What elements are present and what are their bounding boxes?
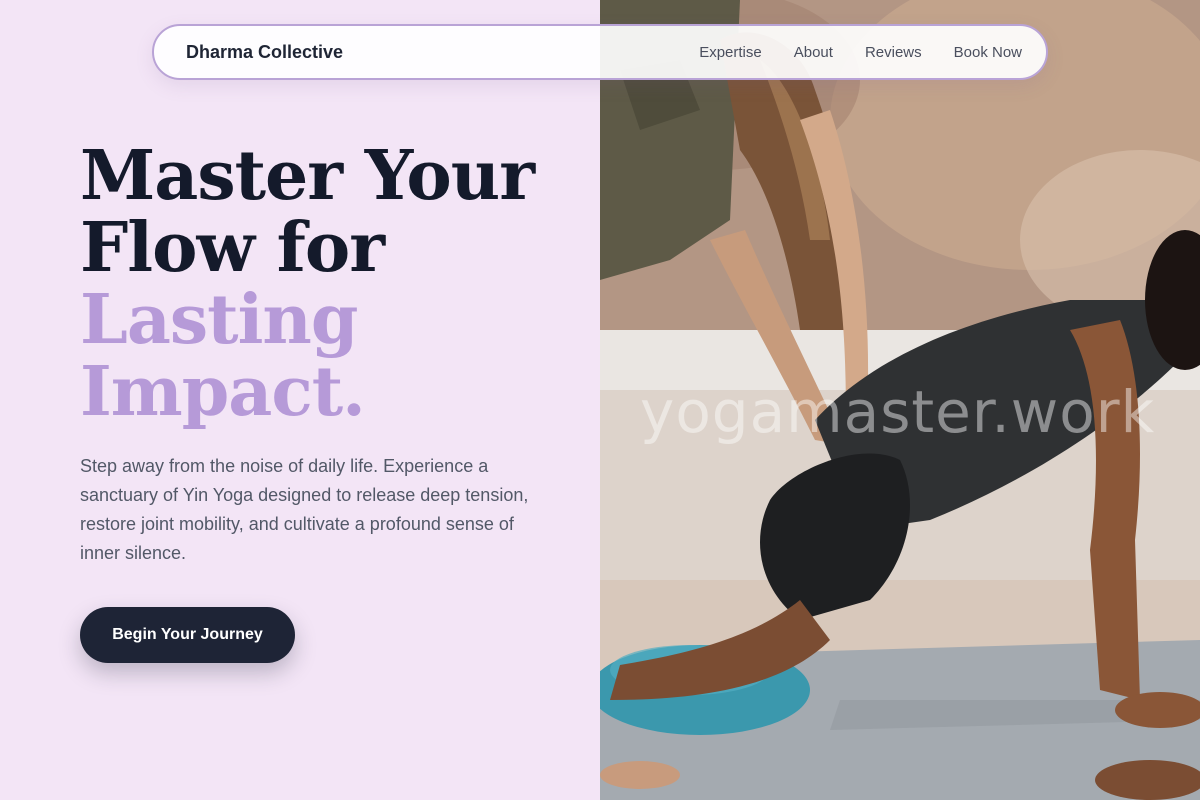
nav-link-expertise[interactable]: Expertise <box>699 44 762 61</box>
top-navigation: Dharma Collective Expertise About Review… <box>152 24 1048 80</box>
nav-link-reviews[interactable]: Reviews <box>865 44 922 61</box>
hero-title-line-2: Flow for <box>80 208 385 288</box>
hero-title-accent-2: Impact. <box>80 352 366 432</box>
hero-title-line-1: Master Your <box>80 136 535 216</box>
nav-link-about[interactable]: About <box>794 44 833 61</box>
nav-link-book-now[interactable]: Book Now <box>954 44 1022 61</box>
hero-subtitle: Step away from the noise of daily life. … <box>80 456 529 563</box>
nav-links: Expertise About Reviews Book Now <box>699 44 1022 61</box>
brand-logo[interactable]: Dharma Collective <box>186 42 343 63</box>
hero-title: Master Your Flow for Lasting Impact. <box>80 140 580 428</box>
begin-journey-button[interactable]: Begin Your Journey <box>80 607 295 663</box>
photo-watermark: yogamaster.work <box>640 378 1156 446</box>
hero-title-accent-1: Lasting <box>80 280 358 360</box>
